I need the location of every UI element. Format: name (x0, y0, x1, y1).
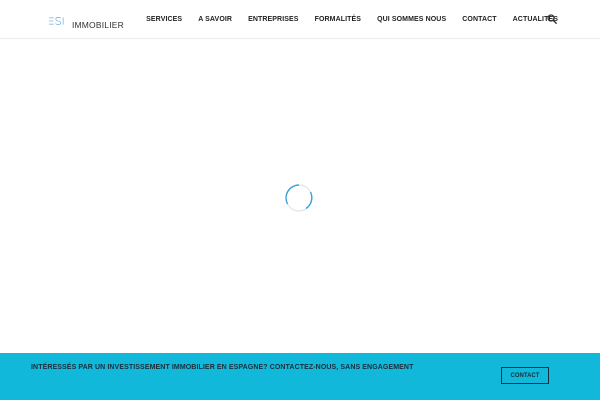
logo-text: IMMOBILIER (71, 20, 124, 30)
contact-button[interactable]: CONTACT (501, 367, 549, 384)
site-logo[interactable]: IMMOBILIER (48, 9, 124, 31)
loading-spinner (284, 183, 314, 213)
main-nav: SERVICES A SAVOIR ENTREPRISES FORMALITÉS… (146, 0, 558, 39)
site-header: IMMOBILIER SERVICES A SAVOIR ENTREPRISES… (0, 0, 600, 39)
nav-item-entreprises[interactable]: ENTREPRISES (248, 16, 299, 23)
esi-logo-icon (49, 17, 64, 25)
search-icon[interactable] (547, 14, 557, 24)
nav-item-contact[interactable]: CONTACT (462, 16, 496, 23)
nav-item-qui-sommes-nous[interactable]: QUI SOMMES NOUS (377, 16, 446, 23)
nav-item-a-savoir[interactable]: A SAVOIR (198, 16, 232, 23)
nav-item-formalites[interactable]: FORMALITÉS (315, 16, 362, 23)
nav-item-services[interactable]: SERVICES (146, 16, 182, 23)
cta-text: INTÉRESSÉS PAR UN INVESTISSEMENT IMMOBIL… (31, 364, 414, 371)
spinner-icon (285, 184, 313, 212)
